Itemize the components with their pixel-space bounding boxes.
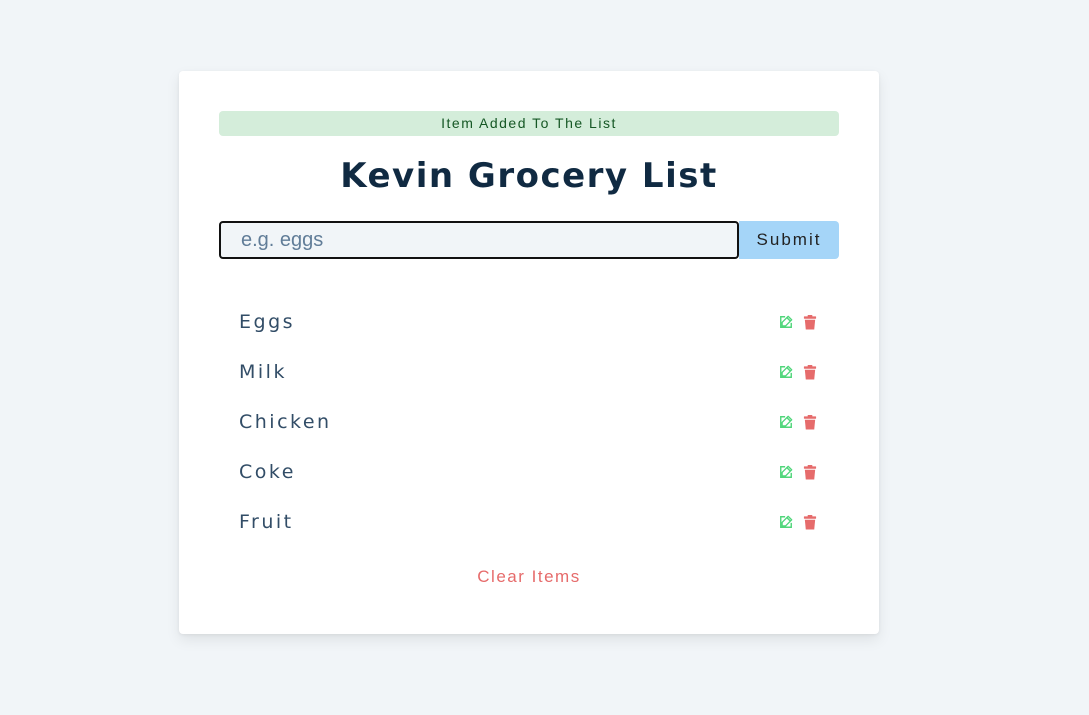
page-title: Kevin Grocery List bbox=[340, 156, 718, 196]
clear-items-button[interactable]: Clear Items bbox=[469, 563, 588, 591]
edit-icon[interactable] bbox=[778, 315, 793, 330]
item-actions bbox=[778, 314, 817, 330]
list-item: Coke bbox=[239, 447, 819, 497]
edit-icon[interactable] bbox=[778, 415, 793, 430]
grocery-list: Eggs Milk Chicken Coke Fruit bbox=[219, 297, 839, 547]
trash-icon[interactable] bbox=[802, 364, 817, 380]
submit-button[interactable]: Submit bbox=[739, 221, 839, 259]
item-title: Milk bbox=[239, 361, 287, 383]
grocery-card: Item Added To The List Kevin Grocery Lis… bbox=[179, 71, 879, 634]
edit-icon[interactable] bbox=[778, 465, 793, 480]
edit-icon[interactable] bbox=[778, 515, 793, 530]
item-title: Eggs bbox=[239, 311, 296, 333]
list-item: Eggs bbox=[239, 297, 819, 347]
list-item: Chicken bbox=[239, 397, 819, 447]
item-title: Chicken bbox=[239, 411, 332, 433]
trash-icon[interactable] bbox=[802, 514, 817, 530]
item-actions bbox=[778, 514, 817, 530]
item-actions bbox=[778, 364, 817, 380]
list-item: Fruit bbox=[239, 497, 819, 547]
edit-icon[interactable] bbox=[778, 365, 793, 380]
trash-icon[interactable] bbox=[802, 314, 817, 330]
item-actions bbox=[778, 414, 817, 430]
trash-icon[interactable] bbox=[802, 414, 817, 430]
item-actions bbox=[778, 464, 817, 480]
grocery-form: Submit bbox=[219, 221, 839, 259]
item-title: Fruit bbox=[239, 511, 294, 533]
success-alert: Item Added To The List bbox=[219, 111, 839, 136]
item-input[interactable] bbox=[219, 221, 739, 259]
item-title: Coke bbox=[239, 461, 296, 483]
list-item: Milk bbox=[239, 347, 819, 397]
trash-icon[interactable] bbox=[802, 464, 817, 480]
